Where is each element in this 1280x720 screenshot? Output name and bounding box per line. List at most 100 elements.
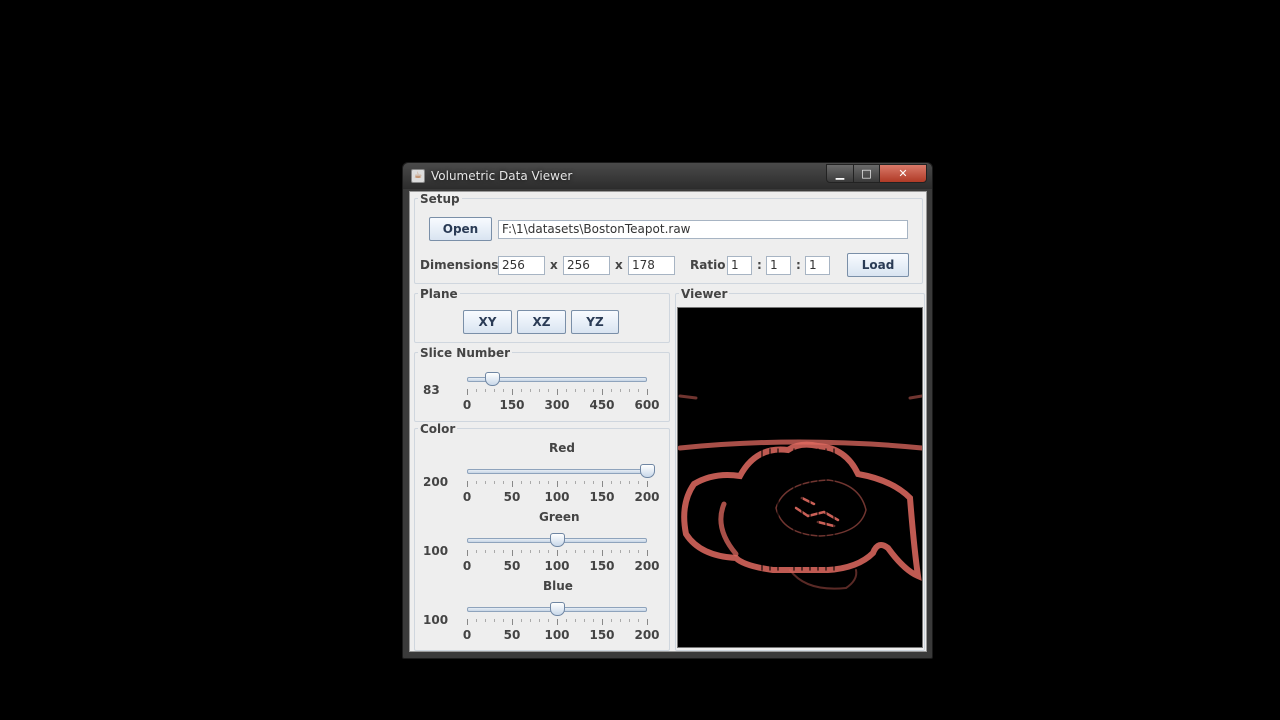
slider-tick bbox=[521, 389, 522, 392]
volume-render-canvas[interactable] bbox=[677, 307, 925, 648]
slider-tick bbox=[611, 389, 612, 392]
slider-tick bbox=[476, 550, 477, 553]
slider-tick bbox=[611, 619, 612, 622]
slider-track[interactable] bbox=[467, 469, 647, 474]
slider-tick-label: 0 bbox=[462, 398, 472, 412]
slider-tick bbox=[611, 550, 612, 553]
slider-tick bbox=[476, 619, 477, 622]
window-title: Volumetric Data Viewer bbox=[431, 169, 573, 183]
slider-tick bbox=[557, 389, 558, 395]
slider-tick bbox=[593, 481, 594, 484]
teapot-slice-image bbox=[677, 394, 925, 590]
slider-tick bbox=[467, 481, 468, 487]
setup-legend: Setup bbox=[418, 192, 462, 206]
slice-legend: Slice Number bbox=[418, 346, 513, 360]
slider-tick-label: 450 bbox=[589, 398, 615, 412]
plane-xz-button[interactable]: XZ bbox=[517, 310, 566, 334]
slider-tick bbox=[620, 481, 621, 484]
ratio-a-field[interactable]: 1 bbox=[727, 256, 752, 275]
slider-tick bbox=[476, 481, 477, 484]
slider-thumb[interactable] bbox=[485, 372, 500, 386]
slider-tick-label: 600 bbox=[634, 398, 660, 412]
slider-tick bbox=[638, 619, 639, 622]
slider-tick bbox=[602, 481, 603, 487]
slider-tick bbox=[647, 481, 648, 487]
slider-tick bbox=[503, 619, 504, 622]
slider-tick bbox=[530, 619, 531, 622]
slider-tick bbox=[530, 389, 531, 392]
slider-thumb[interactable] bbox=[640, 464, 655, 478]
slider-tick bbox=[647, 389, 648, 395]
plane-yz-button[interactable]: YZ bbox=[571, 310, 619, 334]
plane-xy-button[interactable]: XY bbox=[463, 310, 512, 334]
dimension-y-field[interactable]: 256 bbox=[563, 256, 610, 275]
slider-tick bbox=[638, 481, 639, 484]
green-value: 100 bbox=[423, 544, 449, 558]
slider-tick-label: 200 bbox=[634, 628, 660, 642]
slider-tick bbox=[548, 550, 549, 553]
dimension-z-field[interactable]: 178 bbox=[628, 256, 675, 275]
ratio-colon: : bbox=[796, 258, 801, 272]
slider-tick bbox=[566, 481, 567, 484]
dimension-x-field[interactable]: 256 bbox=[498, 256, 545, 275]
slider-tick bbox=[557, 619, 558, 625]
slider-tick bbox=[521, 481, 522, 484]
slider-tick-label: 200 bbox=[634, 559, 660, 573]
slider-tick-label: 150 bbox=[589, 559, 615, 573]
title-bar[interactable]: ☕ Volumetric Data Viewer ▁ □ ✕ bbox=[403, 163, 932, 189]
slider-ticks bbox=[467, 389, 648, 395]
slider-tick bbox=[485, 389, 486, 392]
slider-tick bbox=[602, 550, 603, 556]
slider-tick bbox=[512, 481, 513, 487]
slider-tick bbox=[557, 550, 558, 556]
slider-tick bbox=[530, 481, 531, 484]
slider-tick-label: 200 bbox=[634, 490, 660, 504]
slider-tick-label: 100 bbox=[544, 559, 570, 573]
slider-tick-label: 150 bbox=[589, 490, 615, 504]
slider-tick bbox=[629, 619, 630, 622]
slider-tick bbox=[647, 550, 648, 556]
slider-tick bbox=[602, 389, 603, 395]
x-separator: x bbox=[550, 258, 558, 272]
slider-tick bbox=[620, 619, 621, 622]
close-button[interactable]: ✕ bbox=[879, 164, 927, 183]
slider-tick bbox=[503, 481, 504, 484]
maximize-button[interactable]: □ bbox=[853, 164, 880, 183]
slider-tick-label: 300 bbox=[544, 398, 570, 412]
slider-tick bbox=[485, 550, 486, 553]
slider-tick bbox=[611, 481, 612, 484]
ratio-b-field[interactable]: 1 bbox=[766, 256, 791, 275]
slider-tick bbox=[620, 389, 621, 392]
open-button[interactable]: Open bbox=[429, 217, 492, 241]
slider-tick-label: 100 bbox=[544, 628, 570, 642]
ratio-label: Ratio bbox=[690, 258, 726, 272]
slider-tick bbox=[494, 389, 495, 392]
load-button[interactable]: Load bbox=[847, 253, 909, 277]
slider-tick bbox=[629, 389, 630, 392]
file-path-field[interactable]: F:\1\datasets\BostonTeapot.raw bbox=[498, 220, 908, 239]
slider-thumb[interactable] bbox=[550, 602, 565, 616]
slider-tick-label: 50 bbox=[503, 490, 521, 504]
slider-tick bbox=[566, 389, 567, 392]
red-label: Red bbox=[549, 441, 575, 455]
minimize-button[interactable]: ▁ bbox=[826, 164, 854, 183]
color-legend: Color bbox=[418, 422, 458, 436]
blue-value: 100 bbox=[423, 613, 449, 627]
slider-tick bbox=[575, 619, 576, 622]
slider-tick bbox=[638, 550, 639, 553]
app-window: ☕ Volumetric Data Viewer ▁ □ ✕ Setup Ope… bbox=[402, 162, 933, 659]
window-content: Setup Open F:\1\datasets\BostonTeapot.ra… bbox=[409, 191, 927, 652]
green-label: Green bbox=[539, 510, 580, 524]
slider-ticks bbox=[467, 481, 648, 487]
slider-tick bbox=[620, 550, 621, 553]
slider-tick-label: 50 bbox=[503, 559, 521, 573]
slider-tick bbox=[629, 481, 630, 484]
slider-tick bbox=[584, 481, 585, 484]
slider-tick-label: 100 bbox=[544, 490, 570, 504]
ratio-c-field[interactable]: 1 bbox=[805, 256, 830, 275]
slider-tick bbox=[548, 619, 549, 622]
slider-tick bbox=[584, 619, 585, 622]
viewer-legend: Viewer bbox=[679, 287, 730, 301]
slider-tick bbox=[467, 550, 468, 556]
slider-thumb[interactable] bbox=[550, 533, 565, 547]
